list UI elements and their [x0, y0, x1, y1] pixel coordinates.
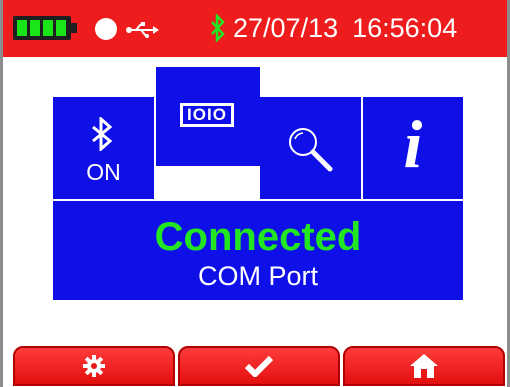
info-tile[interactable]: i — [363, 97, 463, 199]
magnifier-icon — [289, 128, 333, 172]
battery-cell — [30, 20, 40, 36]
com-port-tile[interactable]: IOIO — [156, 67, 260, 166]
search-tile[interactable] — [260, 97, 361, 199]
usb-icon — [126, 22, 159, 38]
connection-status: Connected — [154, 215, 362, 259]
battery-cell — [56, 20, 66, 36]
bluetooth-state-label: ON — [86, 159, 121, 185]
gear-icon — [83, 355, 105, 377]
io-port-icon: IOIO — [180, 103, 234, 127]
status-bar: 27/07/13 16:56:04 — [3, 0, 507, 57]
home-button[interactable] — [343, 346, 505, 386]
bluetooth-icon — [92, 117, 113, 151]
info-icon: i — [403, 106, 423, 182]
power-dot-icon — [95, 18, 117, 40]
confirm-button[interactable] — [178, 346, 340, 386]
checkmark-icon — [244, 355, 274, 377]
battery-icon — [13, 16, 77, 40]
date-text: 27/07/13 — [233, 13, 339, 43]
connection-detail: COM Port — [197, 261, 318, 291]
battery-tip — [71, 23, 77, 33]
time-text: 16:56:04 — [352, 13, 458, 43]
connection-status-panel: Connected COM Port — [53, 199, 463, 300]
battery-cell — [17, 20, 27, 36]
selected-tab-gap — [158, 166, 258, 199]
battery-cell — [43, 20, 53, 36]
home-icon — [410, 354, 438, 378]
datetime: 27/07/13 16:56:04 — [233, 13, 457, 44]
device-screen: 27/07/13 16:56:04 ON IOIO i Connected COM… — [0, 0, 510, 387]
bluetooth-icon — [211, 14, 225, 42]
bluetooth-tile[interactable]: ON — [53, 97, 154, 199]
settings-button[interactable] — [13, 346, 175, 386]
